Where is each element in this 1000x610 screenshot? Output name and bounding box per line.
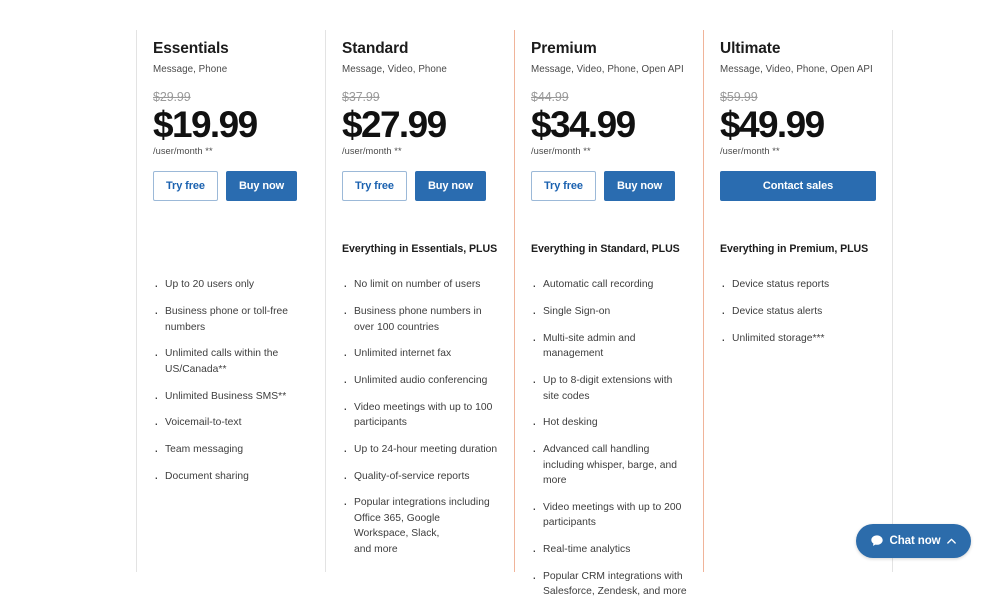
plan-includes-header: Everything in Premium, PLUS xyxy=(720,243,869,256)
feature-item: Up to 20 users only xyxy=(153,276,309,294)
chat-bubble-icon xyxy=(870,534,884,548)
feature-item: Device status alerts xyxy=(720,303,876,321)
price-current: $19.99 xyxy=(153,104,258,146)
try-free-button[interactable]: Try free xyxy=(342,171,407,202)
plan-tagline: Message, Phone xyxy=(153,63,228,75)
feature-item: Unlimited calls within the US/Canada** xyxy=(153,345,309,377)
feature-item: Voicemail-to-text xyxy=(153,414,309,432)
plan-cta-row: Try free Buy now xyxy=(531,171,687,202)
plan-cta-row: Contact sales xyxy=(720,171,876,202)
chevron-up-icon xyxy=(946,536,957,547)
buy-now-button[interactable]: Buy now xyxy=(414,171,487,202)
plan-feature-list: Device status reports Device status alert… xyxy=(720,276,876,348)
plan-cta-row: Try free Buy now xyxy=(153,171,309,202)
plan-tagline: Message, Video, Phone, Open API xyxy=(531,63,684,75)
feature-item: Business phone numbers in over 100 count… xyxy=(342,303,498,335)
feature-item: Hot desking xyxy=(531,414,687,432)
plan-feature-list: Automatic call recording Single Sign-on Mu… xyxy=(531,276,687,600)
feature-item: Up to 24-hour meeting duration xyxy=(342,441,498,459)
plan-name: Ultimate xyxy=(720,40,781,57)
feature-item: Unlimited storage*** xyxy=(720,330,876,348)
price-original-strikethrough: $59.99 xyxy=(720,89,758,104)
feature-item: Single Sign-on xyxy=(531,303,687,321)
plan-tagline: Message, Video, Phone xyxy=(342,63,447,75)
feature-item: Unlimited audio conferencing xyxy=(342,372,498,390)
pricing-plans-table: Essentials Message, Phone $29.99 $19.99/use… xyxy=(136,30,896,597)
plan-tagline: Message, Video, Phone, Open API xyxy=(720,63,873,75)
plan-name: Premium xyxy=(531,40,597,57)
feature-item: Unlimited Business SMS** xyxy=(153,388,309,406)
feature-item: Device status reports xyxy=(720,276,876,294)
price-original-strikethrough: $44.99 xyxy=(531,89,569,104)
try-free-button[interactable]: Try free xyxy=(153,171,218,202)
feature-item: Video meetings with up to 200 participan… xyxy=(531,499,687,531)
chat-now-widget[interactable]: Chat now xyxy=(856,524,971,558)
feature-item: Team messaging xyxy=(153,441,309,459)
plan-includes-header: Everything in Essentials, PLUS xyxy=(342,243,498,256)
feature-item: Video meetings with up to 100 participan… xyxy=(342,399,498,431)
plan-feature-list: No limit on number of users Business phon… xyxy=(342,276,498,558)
feature-item: Quality-of-service reports xyxy=(342,468,498,486)
plan-column-essentials: Essentials Message, Phone $29.99 $19.99/use… xyxy=(136,30,326,572)
price-unit-label: /user/month ** xyxy=(720,146,780,157)
plan-column-standard: Standard Message, Video, Phone $37.99 $27.9… xyxy=(325,30,515,572)
price-current: $34.99 xyxy=(531,104,636,146)
plan-includes-header: Everything in Standard, PLUS xyxy=(531,243,680,256)
feature-item: Business phone or toll-free numbers xyxy=(153,303,309,335)
feature-item: Advanced call handling including whisper… xyxy=(531,441,687,489)
feature-item: Real-time analytics xyxy=(531,541,687,559)
price-original-strikethrough: $37.99 xyxy=(342,89,380,104)
plan-feature-list: Up to 20 users only Business phone or tol… xyxy=(153,276,309,486)
feature-item: No limit on number of users xyxy=(342,276,498,294)
plan-cta-row: Try free Buy now xyxy=(342,171,498,202)
feature-item: Unlimited internet fax xyxy=(342,345,498,363)
feature-item: Popular integrations includingOffice 365… xyxy=(342,494,498,558)
price-original-strikethrough: $29.99 xyxy=(153,89,191,104)
plan-name: Essentials xyxy=(153,40,229,57)
feature-item: Popular CRM integrations with Salesforce… xyxy=(531,568,687,600)
price-unit-label: /user/month ** xyxy=(153,146,213,157)
price-current: $27.99 xyxy=(342,104,447,146)
plan-column-ultimate: Ultimate Message, Video, Phone, Open API $… xyxy=(703,30,893,572)
price-unit-label: /user/month ** xyxy=(531,146,591,157)
feature-item: Document sharing xyxy=(153,468,309,486)
price-unit-label: /user/month ** xyxy=(342,146,402,157)
plan-name: Standard xyxy=(342,40,409,57)
feature-item: Automatic call recording xyxy=(531,276,687,294)
chat-now-label: Chat now xyxy=(889,535,941,547)
try-free-button[interactable]: Try free xyxy=(531,171,596,202)
price-current: $49.99 xyxy=(720,104,825,146)
feature-item: Up to 8-digit extensions with site codes xyxy=(531,372,687,404)
buy-now-button[interactable]: Buy now xyxy=(603,171,676,202)
buy-now-button[interactable]: Buy now xyxy=(225,171,298,202)
contact-sales-button[interactable]: Contact sales xyxy=(720,171,876,202)
plan-column-premium: Premium Message, Video, Phone, Open API $4… xyxy=(514,30,704,597)
feature-item: Multi-site admin and management xyxy=(531,330,687,362)
